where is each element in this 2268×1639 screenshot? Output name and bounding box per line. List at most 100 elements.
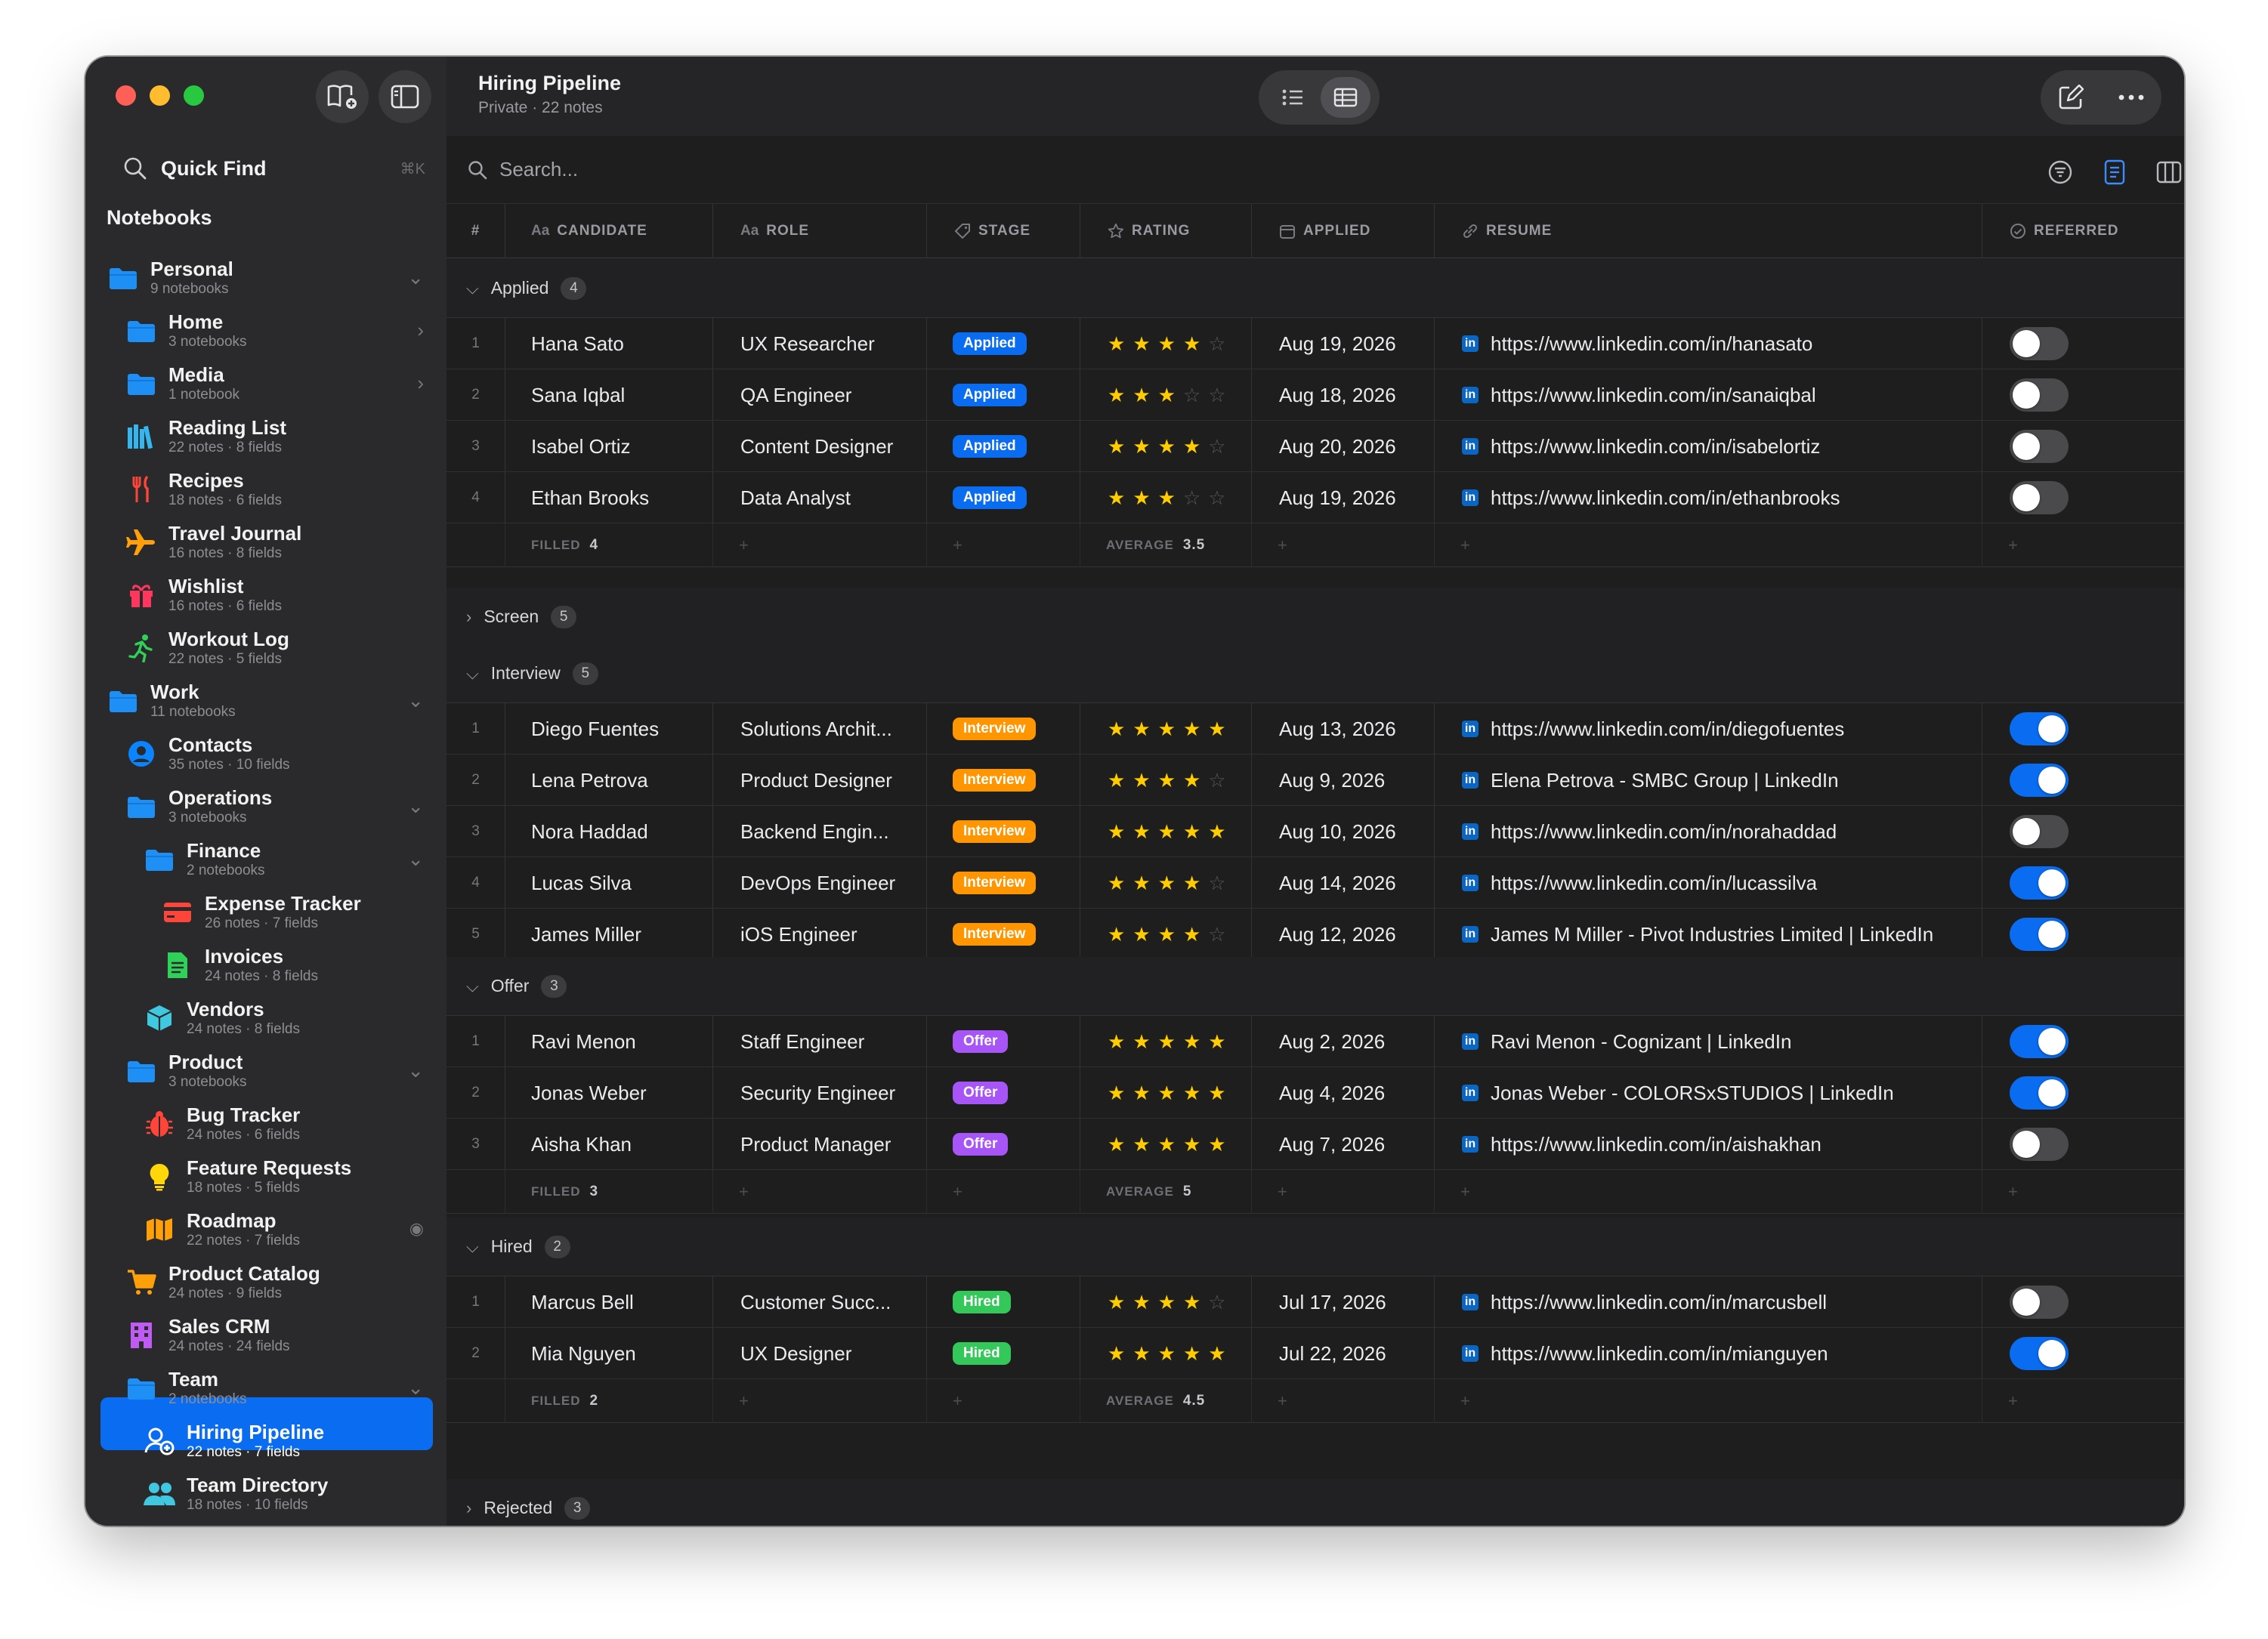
star-filled-icon[interactable]: ★ <box>1132 437 1150 456</box>
star-filled-icon[interactable]: ★ <box>1108 873 1125 893</box>
applied-date[interactable]: Jul 22, 2026 <box>1279 1342 1386 1366</box>
star-filled-icon[interactable]: ★ <box>1183 437 1200 456</box>
star-filled-icon[interactable]: ★ <box>1108 924 1125 944</box>
stage-badge[interactable]: Hired <box>953 1342 1011 1365</box>
add-calculation-button[interactable]: + <box>953 1182 963 1202</box>
zoom-window-button[interactable] <box>184 85 204 106</box>
role-value[interactable]: Backend Engin... <box>740 820 889 844</box>
columns-button[interactable] <box>2155 159 2183 186</box>
table-row[interactable]: 2 Mia Nguyen UX Designer Hired ★ ★ ★ ★ ★ Jul 22, … <box>446 1328 2184 1379</box>
table-row[interactable]: 3 Isabel Ortiz Content Designer Applied ★ ★ ★ ★… <box>446 421 2184 472</box>
candidate-name[interactable]: Nora Haddad <box>531 820 648 844</box>
add-calculation-button[interactable]: + <box>1278 1182 1287 1202</box>
star-empty-icon[interactable]: ☆ <box>1183 488 1200 508</box>
sidebar-item-home[interactable]: Home 3 notebooks › <box>125 305 424 357</box>
star-filled-icon[interactable]: ★ <box>1183 770 1200 790</box>
add-calculation-button[interactable]: + <box>2008 1182 2018 1202</box>
resume-link[interactable]: Ravi Menon - Cognizant | LinkedIn <box>1491 1030 1791 1054</box>
applied-date[interactable]: Aug 9, 2026 <box>1279 769 1385 792</box>
column-header-rating[interactable]: RATING <box>1080 204 1252 258</box>
star-empty-icon[interactable]: ☆ <box>1208 334 1225 353</box>
star-filled-icon[interactable]: ★ <box>1108 437 1125 456</box>
chevron-down-icon[interactable]: ⌄ <box>407 847 424 871</box>
stage-badge[interactable]: Applied <box>953 486 1027 509</box>
column-header-resume[interactable]: RESUME <box>1435 204 1982 258</box>
stage-badge[interactable]: Interview <box>953 820 1037 843</box>
group-header-rejected[interactable]: › Rejected 3 <box>446 1479 2184 1526</box>
referred-toggle[interactable] <box>2010 327 2069 360</box>
applied-date[interactable]: Jul 17, 2026 <box>1279 1291 1386 1314</box>
star-filled-icon[interactable]: ★ <box>1208 1083 1225 1103</box>
star-empty-icon[interactable]: ☆ <box>1208 924 1225 944</box>
star-filled-icon[interactable]: ★ <box>1132 1134 1150 1154</box>
add-calculation-button[interactable]: + <box>739 1391 749 1411</box>
sidebar-item-product[interactable]: Product 3 notebooks ⌄ <box>125 1045 424 1097</box>
role-value[interactable]: Solutions Archit... <box>740 718 892 741</box>
stage-badge[interactable]: Applied <box>953 435 1027 458</box>
role-value[interactable]: Content Designer <box>740 435 893 458</box>
chevron-right-icon[interactable]: › <box>417 319 424 342</box>
star-filled-icon[interactable]: ★ <box>1158 770 1176 790</box>
add-calculation-button[interactable]: + <box>1278 1391 1287 1411</box>
sidebar-item-roadmap[interactable]: Roadmap 22 notes · 7 fields ◉ <box>143 1204 424 1255</box>
add-calculation-button[interactable]: + <box>953 536 963 555</box>
sidebar-item-hiring-pipeline[interactable]: Hiring Pipeline 22 notes · 7 fields <box>143 1415 424 1467</box>
candidate-name[interactable]: James Miller <box>531 923 641 946</box>
sidebar-item-personal[interactable]: Personal 9 notebooks ⌄ <box>107 252 424 304</box>
star-filled-icon[interactable]: ★ <box>1108 719 1125 739</box>
star-filled-icon[interactable]: ★ <box>1183 1292 1200 1312</box>
star-filled-icon[interactable]: ★ <box>1158 1032 1176 1051</box>
table-row[interactable]: 5 James Miller iOS Engineer Interview ★ ★ ★ ★ ☆ A… <box>446 909 2184 960</box>
star-filled-icon[interactable]: ★ <box>1183 1344 1200 1363</box>
stage-badge[interactable]: Interview <box>953 769 1037 792</box>
star-filled-icon[interactable]: ★ <box>1208 1344 1225 1363</box>
referred-toggle[interactable] <box>2010 866 2069 900</box>
star-filled-icon[interactable]: ★ <box>1183 719 1200 739</box>
candidate-name[interactable]: Ethan Brooks <box>531 486 649 510</box>
chevron-down-icon[interactable]: ⌵ <box>466 1237 479 1257</box>
resume-link[interactable]: https://www.linkedin.com/in/ethanbrooks <box>1491 486 1840 510</box>
candidate-name[interactable]: Ravi Menon <box>531 1030 636 1054</box>
add-calculation-button[interactable]: + <box>1460 1391 1470 1411</box>
add-calculation-button[interactable]: + <box>953 1391 963 1411</box>
star-filled-icon[interactable]: ★ <box>1132 1032 1150 1051</box>
resume-link[interactable]: https://www.linkedin.com/in/sanaiqbal <box>1491 384 1816 407</box>
role-value[interactable]: Data Analyst <box>740 486 851 510</box>
chevron-right-icon[interactable]: › <box>466 607 471 627</box>
applied-date[interactable]: Aug 10, 2026 <box>1279 820 1396 844</box>
table-row[interactable]: 1 Diego Fuentes Solutions Archit... Intervi… <box>446 703 2184 755</box>
resume-link[interactable]: https://www.linkedin.com/in/marcusbell <box>1491 1291 1827 1314</box>
role-value[interactable]: UX Researcher <box>740 332 875 356</box>
column-header-referred[interactable]: REFERRED <box>1982 204 2184 258</box>
table-row[interactable]: 1 Ravi Menon Staff Engineer Offer ★ ★ ★ ★ ★ Aug 2… <box>446 1016 2184 1067</box>
star-filled-icon[interactable]: ★ <box>1158 1083 1176 1103</box>
star-filled-icon[interactable]: ★ <box>1108 770 1125 790</box>
minimize-window-button[interactable] <box>150 85 170 106</box>
referred-toggle[interactable] <box>2010 378 2069 412</box>
candidate-name[interactable]: Diego Fuentes <box>531 718 659 741</box>
star-filled-icon[interactable]: ★ <box>1132 385 1150 405</box>
add-calculation-button[interactable]: + <box>2008 536 2018 555</box>
star-filled-icon[interactable]: ★ <box>1183 1032 1200 1051</box>
role-value[interactable]: Security Engineer <box>740 1082 895 1105</box>
sidebar-item-operations[interactable]: Operations 3 notebooks ⌄ <box>125 781 424 832</box>
sidebar-item-team[interactable]: Team 2 notebooks ⌄ <box>125 1363 424 1414</box>
star-filled-icon[interactable]: ★ <box>1108 1292 1125 1312</box>
sidebar-item-travel-journal[interactable]: Travel Journal 16 notes · 8 fields <box>125 517 424 568</box>
table-row[interactable]: 3 Aisha Khan Product Manager Offer ★ ★ ★ ★ ★ Aug … <box>446 1119 2184 1170</box>
star-filled-icon[interactable]: ★ <box>1158 385 1176 405</box>
role-value[interactable]: QA Engineer <box>740 384 851 407</box>
candidate-name[interactable]: Jonas Weber <box>531 1082 647 1105</box>
chevron-down-icon[interactable]: ⌄ <box>407 795 424 818</box>
role-value[interactable]: DevOps Engineer <box>740 872 895 895</box>
table-view-button[interactable] <box>1321 77 1370 118</box>
table-row[interactable]: 2 Jonas Weber Security Engineer Offer ★ ★ ★ ★ ★ A… <box>446 1067 2184 1119</box>
filter-button[interactable] <box>2047 159 2074 186</box>
star-filled-icon[interactable]: ★ <box>1108 822 1125 841</box>
sidebar-item-reading-list[interactable]: Reading List 22 notes · 8 fields <box>125 411 424 462</box>
resume-link[interactable]: https://www.linkedin.com/in/mianguyen <box>1491 1342 1828 1366</box>
star-filled-icon[interactable]: ★ <box>1132 770 1150 790</box>
stage-badge[interactable]: Applied <box>953 384 1027 406</box>
column-header-role[interactable]: Aa ROLE <box>713 204 927 258</box>
stage-badge[interactable]: Offer <box>953 1133 1009 1156</box>
